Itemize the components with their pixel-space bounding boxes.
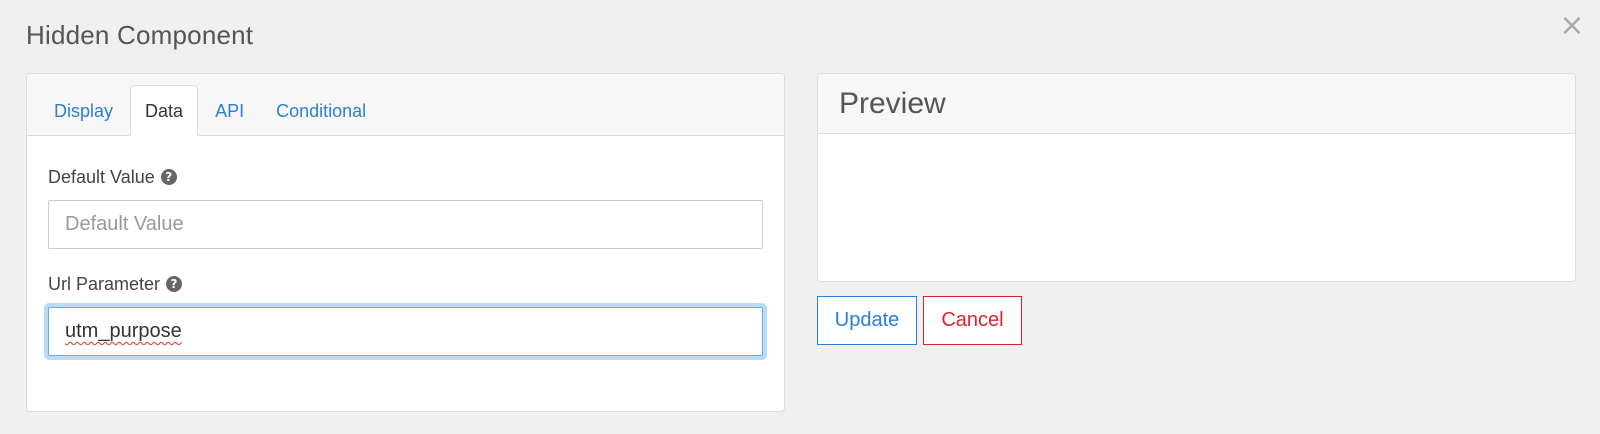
preview-title: Preview: [839, 86, 946, 120]
preview-panel: Preview: [817, 73, 1576, 282]
help-icon[interactable]: ?: [166, 276, 183, 292]
url-parameter-input[interactable]: utm_purpose: [48, 307, 763, 356]
close-icon[interactable]: ×: [1558, 11, 1586, 41]
tab-data[interactable]: Data: [130, 85, 199, 136]
tab-body: Default Value ? Url Parameter ? utm_purp…: [27, 136, 784, 356]
modal-title: Hidden Component: [26, 20, 254, 50]
component-settings-modal: Hidden Component × Display Data API Cond…: [0, 0, 1600, 434]
url-parameter-group: Url Parameter ? utm_purpose: [48, 273, 763, 356]
cancel-button[interactable]: Cancel: [923, 296, 1022, 345]
settings-panel: Display Data API Conditional Default Val…: [26, 73, 785, 412]
tab-list: Display Data API Conditional: [39, 85, 383, 136]
url-parameter-value: utm_purpose: [65, 320, 182, 342]
update-button[interactable]: Update: [817, 296, 917, 345]
help-icon[interactable]: ?: [160, 169, 177, 185]
tab-api[interactable]: API: [200, 85, 259, 135]
preview-body: [818, 134, 1575, 281]
tab-display[interactable]: Display: [39, 85, 128, 135]
default-value-group: Default Value ?: [48, 166, 763, 249]
url-parameter-label-row: Url Parameter ?: [48, 273, 763, 295]
preview-header: Preview: [818, 74, 1575, 134]
action-buttons: Update Cancel: [817, 296, 1028, 345]
default-value-label: Default Value: [48, 166, 155, 187]
tab-conditional[interactable]: Conditional: [261, 85, 381, 135]
default-value-label-row: Default Value ?: [48, 166, 763, 188]
url-parameter-label: Url Parameter: [48, 273, 161, 294]
default-value-input[interactable]: [48, 200, 763, 249]
tab-header: Display Data API Conditional: [27, 74, 784, 136]
